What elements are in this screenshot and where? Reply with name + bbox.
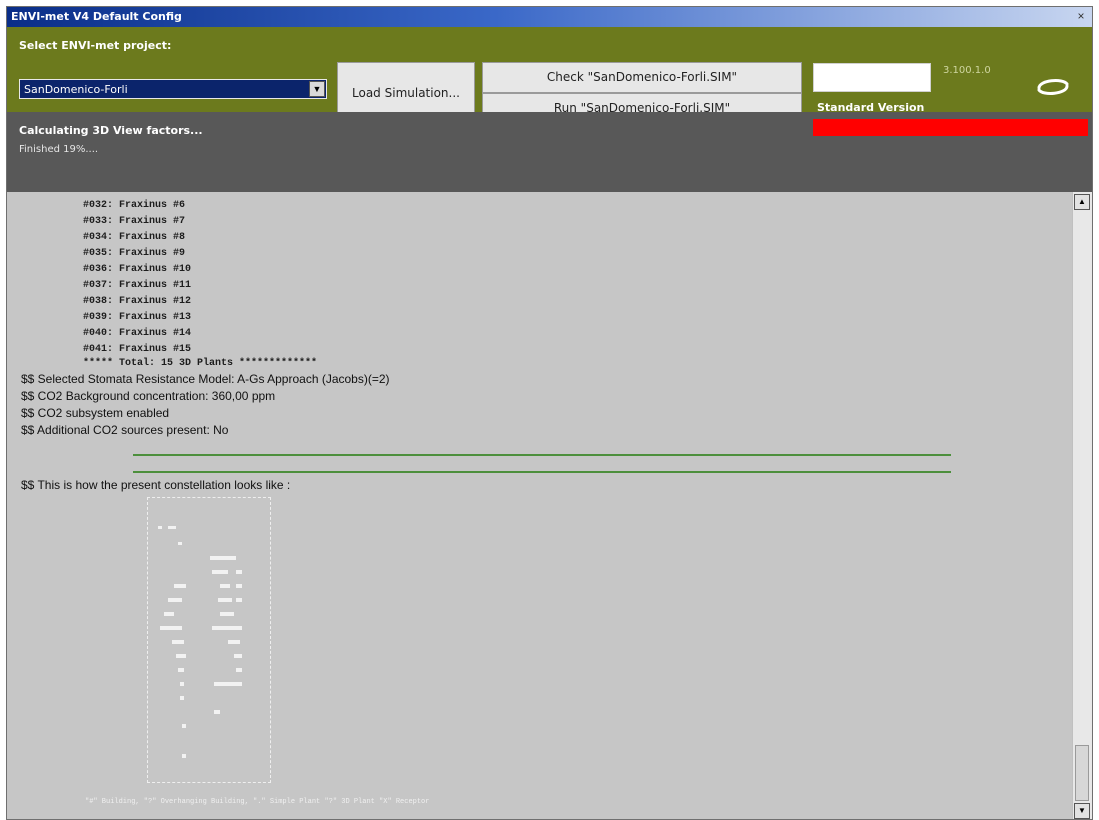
map-cell bbox=[236, 598, 242, 602]
map-cell bbox=[212, 626, 242, 630]
map-cell bbox=[182, 724, 186, 728]
title-bar: ENVI-met V4 Default Config × bbox=[7, 7, 1092, 27]
map-cell bbox=[168, 598, 182, 602]
separator-line bbox=[133, 471, 951, 473]
map-cell bbox=[180, 682, 184, 686]
constellation-map bbox=[147, 497, 271, 783]
log-line-plant: #034: Fraxinus #8 bbox=[83, 232, 186, 243]
log-line-plant: #032: Fraxinus #6 bbox=[83, 200, 186, 211]
map-cell bbox=[214, 710, 220, 714]
version-box bbox=[813, 63, 931, 92]
log-line-plant: #040: Fraxinus #14 bbox=[83, 328, 192, 339]
map-cell bbox=[178, 542, 182, 545]
log-line-plant: #038: Fraxinus #12 bbox=[83, 296, 192, 307]
project-dropdown[interactable]: SanDomenico-Forli ▼ bbox=[19, 79, 327, 99]
log-message: $$ CO2 subsystem enabled bbox=[21, 406, 170, 420]
arrow-down-icon[interactable]: ▼ bbox=[1074, 803, 1090, 819]
log-line-plant: #037: Fraxinus #11 bbox=[83, 280, 192, 291]
version-number: 3.100.1.0 bbox=[943, 65, 991, 76]
map-cell bbox=[182, 754, 186, 758]
check-simulation-button[interactable]: Check "SanDomenico-Forli.SIM" bbox=[482, 62, 802, 93]
map-cell bbox=[218, 598, 232, 602]
map-legend: "#" Building, "?" Overhanging Building, … bbox=[85, 798, 430, 806]
map-cell bbox=[164, 612, 174, 616]
app-window: ENVI-met V4 Default Config × Select ENVI… bbox=[6, 6, 1093, 820]
log-message: $$ Selected Stomata Resistance Model: A-… bbox=[21, 372, 390, 386]
constellation-heading: $$ This is how the present constellation… bbox=[21, 478, 291, 492]
map-cell bbox=[236, 570, 242, 574]
map-cell bbox=[236, 584, 242, 588]
map-cell bbox=[210, 556, 236, 560]
map-cell bbox=[236, 668, 242, 672]
map-cell bbox=[180, 696, 184, 700]
project-select-label: Select ENVI-met project: bbox=[19, 39, 172, 52]
project-toolbar: Select ENVI-met project: SanDomenico-For… bbox=[7, 27, 1092, 124]
log-line-plant: #039: Fraxinus #13 bbox=[83, 312, 192, 323]
close-icon[interactable]: × bbox=[1074, 9, 1088, 23]
scrollbar-thumb[interactable] bbox=[1075, 745, 1089, 801]
separator-line bbox=[133, 454, 951, 456]
project-dropdown-value: SanDomenico-Forli bbox=[24, 83, 128, 96]
log-line-plant: #036: Fraxinus #10 bbox=[83, 264, 192, 275]
map-cell bbox=[214, 682, 242, 686]
log-output: #032: Fraxinus #6 #033: Fraxinus #7 #034… bbox=[7, 192, 1072, 819]
map-cell bbox=[172, 640, 184, 644]
log-line-plant: #035: Fraxinus #9 bbox=[83, 248, 186, 259]
status-panel: Calculating 3D View factors... Finished … bbox=[7, 112, 1092, 192]
map-cell bbox=[212, 570, 228, 574]
map-cell bbox=[168, 526, 176, 529]
chevron-down-icon[interactable]: ▼ bbox=[309, 81, 325, 97]
map-cell bbox=[178, 668, 184, 672]
map-cell bbox=[220, 612, 234, 616]
progress-bar bbox=[813, 119, 1088, 136]
envimet-swirl-icon bbox=[1037, 79, 1069, 95]
arrow-up-icon[interactable]: ▲ bbox=[1074, 194, 1090, 210]
map-cell bbox=[160, 626, 182, 630]
map-cell bbox=[176, 654, 186, 658]
log-message: $$ CO2 Background concentration: 360,00 … bbox=[21, 389, 276, 403]
map-cell bbox=[228, 640, 240, 644]
log-line-total: ***** Total: 15 3D Plants ************* bbox=[83, 358, 318, 369]
map-cell bbox=[174, 584, 186, 588]
map-cell bbox=[158, 526, 162, 529]
log-line-plant: #041: Fraxinus #15 bbox=[83, 344, 192, 355]
window-title: ENVI-met V4 Default Config bbox=[11, 10, 182, 23]
log-scrollbar[interactable]: ▲ ▼ bbox=[1072, 192, 1092, 819]
status-progress-text: Finished 19%.... bbox=[19, 144, 99, 155]
map-cell bbox=[220, 584, 230, 588]
log-message: $$ Additional CO2 sources present: No bbox=[21, 423, 229, 437]
status-task: Calculating 3D View factors... bbox=[19, 124, 203, 137]
log-line-plant: #033: Fraxinus #7 bbox=[83, 216, 186, 227]
map-cell bbox=[234, 654, 242, 658]
